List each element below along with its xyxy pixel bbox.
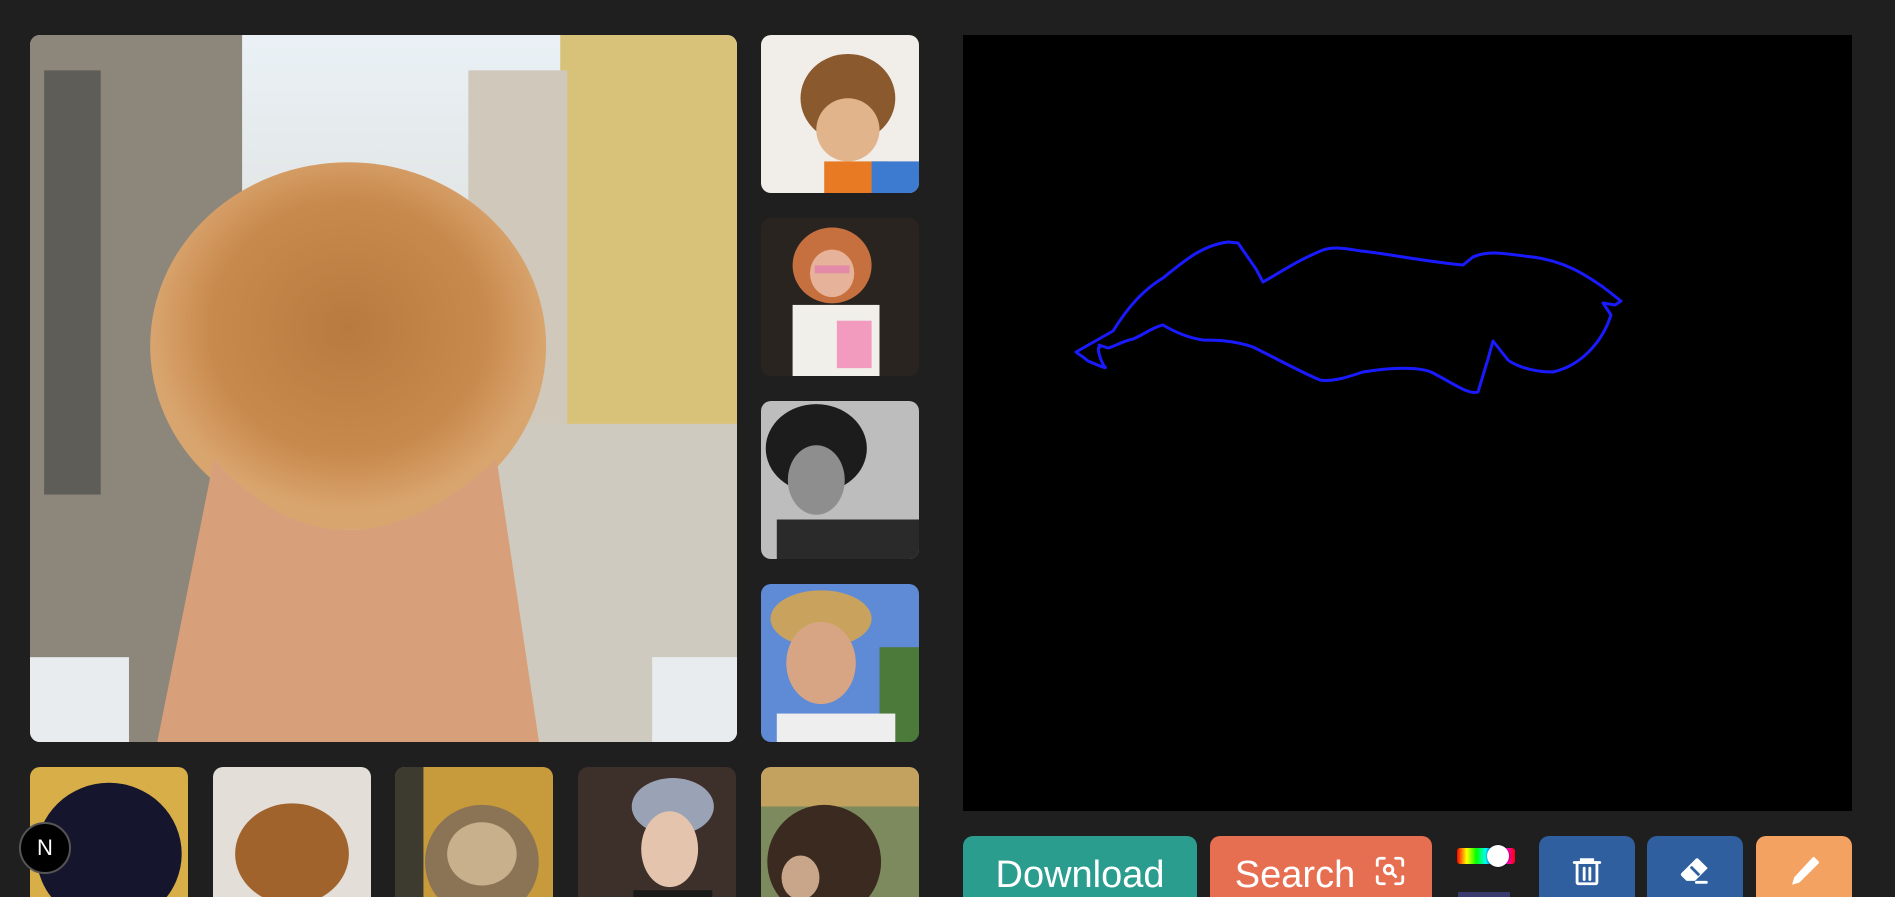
- thumbnail-bottom-5[interactable]: [761, 767, 919, 897]
- drawing-surface: [1074, 240, 1623, 394]
- pencil-icon: [1786, 854, 1822, 890]
- curly-hair-back-photo-icon: [30, 35, 737, 742]
- clear-canvas-button[interactable]: [1539, 836, 1635, 897]
- main-hair-image[interactable]: [30, 35, 737, 742]
- download-label: Download: [995, 854, 1165, 896]
- thumbnail-bottom-2[interactable]: [213, 767, 371, 897]
- search-label: Search: [1234, 854, 1356, 896]
- color-slider-handle[interactable]: [1487, 845, 1509, 867]
- silver-hair-man-photo-icon: [578, 767, 736, 897]
- brush-size-preview[interactable]: [1458, 892, 1510, 897]
- drawing-canvas[interactable]: [963, 35, 1852, 811]
- thumbnail-bottom-3[interactable]: [395, 767, 553, 897]
- trash-icon: [1570, 854, 1604, 888]
- thumbnail-side-3[interactable]: [761, 401, 919, 559]
- brown-curly-back-photo-icon: [213, 767, 371, 897]
- badge-label: N: [37, 835, 53, 860]
- curly-child-photo-icon: [761, 35, 919, 193]
- app-root: Download Search N: [0, 0, 1895, 897]
- thumbnail-side-1[interactable]: [761, 35, 919, 193]
- scan-search-icon: [1373, 854, 1407, 888]
- blonde-man-photo-icon: [761, 584, 919, 742]
- thumbnail-side-4[interactable]: [761, 584, 919, 742]
- curly-man-bw-photo-icon: [761, 401, 919, 559]
- pencil-button[interactable]: [1756, 836, 1852, 897]
- download-button[interactable]: Download: [963, 836, 1197, 897]
- search-button[interactable]: Search: [1210, 836, 1432, 897]
- thumbnail-bottom-4[interactable]: [578, 767, 736, 897]
- mask-stroke: [1074, 240, 1623, 394]
- curly-side-photo-icon: [761, 767, 919, 897]
- color-hue-slider[interactable]: [1457, 845, 1515, 867]
- thumbnail-side-2[interactable]: [761, 218, 919, 376]
- highlighted-curly-back-photo-icon: [395, 767, 553, 897]
- curly-girl-glasses-photo-icon: [761, 218, 919, 376]
- eraser-icon: [1676, 854, 1714, 888]
- eraser-button[interactable]: [1647, 836, 1743, 897]
- next-dev-badge[interactable]: N: [19, 822, 71, 874]
